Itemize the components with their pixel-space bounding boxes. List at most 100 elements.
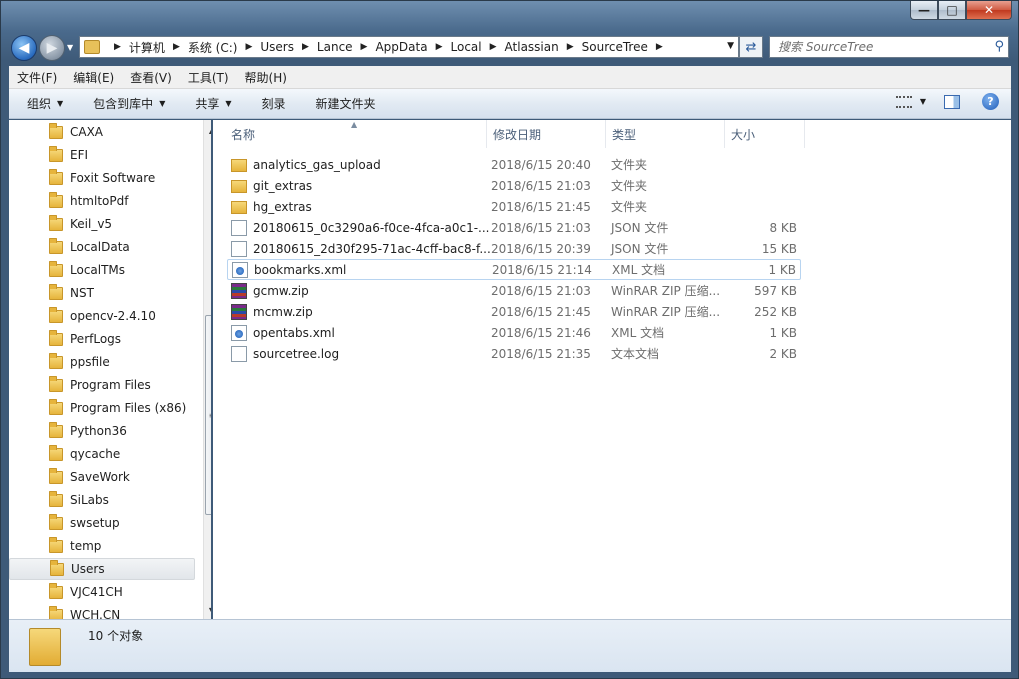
file-type: XML 文档 — [611, 326, 665, 340]
tree-item[interactable]: WCH.CN — [9, 604, 195, 619]
title-bar[interactable]: — □ ✕ — [1, 1, 1018, 31]
tree-item[interactable]: htmltoPdf — [9, 190, 195, 212]
menu-view[interactable]: 查看(V) — [130, 69, 172, 86]
tree-item[interactable]: Program Files — [9, 374, 195, 396]
breadcrumb-users[interactable]: Users ▶ — [260, 40, 317, 54]
menu-edit[interactable]: 编辑(E) — [73, 69, 114, 86]
breadcrumb-atlassian[interactable]: Atlassian ▶ — [505, 40, 582, 54]
folder-icon — [49, 260, 63, 277]
file-date: 2018/6/15 21:46 — [491, 325, 591, 340]
breadcrumb-computer[interactable]: 计算机 ▶ — [129, 39, 188, 56]
navigation-row: ◀ ▶ ▼ ▶ 计算机 ▶ 系统 (C:) ▶ Users ▶ Lance ▶ AppD… — [1, 33, 1018, 61]
tree-item[interactable]: SaveWork — [9, 466, 195, 488]
include-in-library-button[interactable]: 包含到库中 ▼ — [93, 95, 165, 112]
forward-button[interactable]: ▶ — [39, 35, 65, 61]
close-button[interactable]: ✕ — [966, 1, 1012, 20]
scroll-down-icon[interactable]: ▼ — [204, 602, 211, 618]
breadcrumb-lance[interactable]: Lance ▶ — [317, 40, 376, 54]
help-icon[interactable]: ? — [982, 93, 999, 110]
column-header-type[interactable]: 类型 — [606, 120, 725, 148]
folder-icon — [50, 559, 64, 576]
tree-item[interactable]: PerfLogs — [9, 328, 195, 350]
file-size: 15 KB — [761, 241, 797, 256]
folder-icon — [49, 467, 63, 484]
file-row[interactable]: 20180615_0c3290a6-f0ce-4fca-a0c1-... 201… — [227, 217, 801, 238]
tree-item[interactable]: temp — [9, 535, 195, 557]
file-row[interactable]: analytics_gas_upload 2018/6/15 20:40 文件夹 — [227, 154, 801, 175]
file-row[interactable]: git_extras 2018/6/15 21:03 文件夹 — [227, 175, 801, 196]
menu-file[interactable]: 文件(F) — [17, 69, 57, 86]
tree-item[interactable]: Program Files (x86) — [9, 397, 195, 419]
column-header-date[interactable]: 修改日期 — [487, 120, 606, 148]
tree-item[interactable]: Python36 — [9, 420, 195, 442]
file-type: 文件夹 — [611, 179, 648, 193]
share-button[interactable]: 共享 ▼ — [195, 95, 231, 112]
maximize-button[interactable]: □ — [938, 1, 966, 20]
tree-item-selected[interactable]: Users — [9, 558, 195, 580]
organize-button[interactable]: 组织 ▼ — [27, 95, 63, 112]
navpane-scrollbar[interactable]: ▲ ≡ ▼ — [203, 120, 211, 619]
menu-help[interactable]: 帮助(H) — [245, 69, 287, 86]
file-name: opentabs.xml — [253, 325, 335, 340]
file-size: 1 KB — [769, 325, 797, 340]
folder-icon — [49, 536, 63, 553]
column-header-size[interactable]: 大小 — [725, 120, 805, 148]
folder-icon — [49, 444, 63, 461]
tree-item[interactable]: qycache — [9, 443, 195, 465]
tree-item[interactable]: LocalTMs — [9, 259, 195, 281]
folder-icon — [49, 306, 63, 323]
file-row[interactable]: opentabs.xml 2018/6/15 21:46 XML 文档 1 KB — [227, 322, 801, 343]
file-type: 文件夹 — [611, 158, 648, 172]
tree-item[interactable]: LocalData — [9, 236, 195, 258]
burn-button[interactable]: 刻录 — [262, 95, 286, 112]
minimize-button[interactable]: — — [910, 1, 938, 20]
chevron-down-icon: ▼ — [159, 99, 166, 108]
scroll-up-icon[interactable]: ▲ — [204, 122, 211, 138]
menu-tools[interactable]: 工具(T) — [188, 69, 229, 86]
file-type: XML 文档 — [612, 263, 666, 277]
back-button[interactable]: ◀ — [11, 35, 37, 61]
file-date: 2018/6/15 21:45 — [491, 199, 591, 214]
breadcrumb-drive-c[interactable]: 系统 (C:) ▶ — [188, 39, 261, 56]
tree-item[interactable]: SiLabs — [9, 489, 195, 511]
view-dropdown-icon[interactable]: ▼ — [920, 97, 926, 106]
file-date: 2018/6/15 21:14 — [492, 262, 592, 277]
tree-item[interactable]: Keil_v5 — [9, 213, 195, 235]
zip-archive-icon — [231, 282, 247, 299]
xml-file-icon — [231, 324, 247, 341]
tree-item[interactable]: ppsfile — [9, 351, 195, 373]
file-name: gcmw.zip — [253, 283, 309, 298]
tree-item[interactable]: EFI — [9, 144, 195, 166]
tree-item[interactable]: swsetup — [9, 512, 195, 534]
search-icon[interactable]: ⚲ — [994, 39, 1004, 54]
folder-icon — [49, 352, 63, 369]
file-row[interactable]: gcmw.zip 2018/6/15 21:03 WinRAR ZIP 压缩..… — [227, 280, 801, 301]
breadcrumb-sourcetree[interactable]: SourceTree ▶ — [582, 40, 671, 54]
address-bar[interactable]: ▶ 计算机 ▶ 系统 (C:) ▶ Users ▶ Lance ▶ AppData ▶ L… — [79, 36, 739, 58]
preview-pane-icon[interactable] — [944, 94, 960, 109]
tree-item[interactable]: Foxit Software — [9, 167, 195, 189]
tree-item[interactable]: VJC41CH — [9, 581, 195, 603]
folder-icon — [49, 283, 63, 300]
recent-pages-dropdown[interactable]: ▼ — [67, 43, 73, 52]
file-row[interactable]: mcmw.zip 2018/6/15 21:45 WinRAR ZIP 压缩..… — [227, 301, 801, 322]
new-folder-button[interactable]: 新建文件夹 — [316, 95, 376, 112]
breadcrumb-appdata[interactable]: AppData ▶ — [375, 40, 450, 54]
file-row[interactable]: hg_extras 2018/6/15 21:45 文件夹 — [227, 196, 801, 217]
scrollbar-thumb[interactable]: ≡ — [205, 315, 211, 515]
address-history-dropdown[interactable]: ▼ — [727, 41, 734, 51]
view-options-icon[interactable] — [895, 95, 912, 108]
file-size: 8 KB — [769, 220, 797, 235]
column-header-name[interactable]: 名称 — [225, 120, 487, 148]
tree-item[interactable]: CAXA — [9, 121, 195, 143]
tree-item[interactable]: opencv-2.4.10 — [9, 305, 195, 327]
file-row[interactable]: 20180615_2d30f295-71ac-4cff-bac8-f... 20… — [227, 238, 801, 259]
folder-icon — [49, 214, 63, 231]
refresh-button[interactable]: ⇄ — [739, 36, 763, 58]
breadcrumb-local[interactable]: Local ▶ — [451, 40, 505, 54]
search-input[interactable] — [778, 40, 988, 54]
file-row[interactable]: sourcetree.log 2018/6/15 21:35 文本文档 2 KB — [227, 343, 801, 364]
tree-item[interactable]: NST — [9, 282, 195, 304]
file-row-focused[interactable]: bookmarks.xml 2018/6/15 21:14 XML 文档 1 K… — [227, 259, 801, 280]
crumb-root-chevron[interactable]: ▶ — [106, 42, 129, 52]
